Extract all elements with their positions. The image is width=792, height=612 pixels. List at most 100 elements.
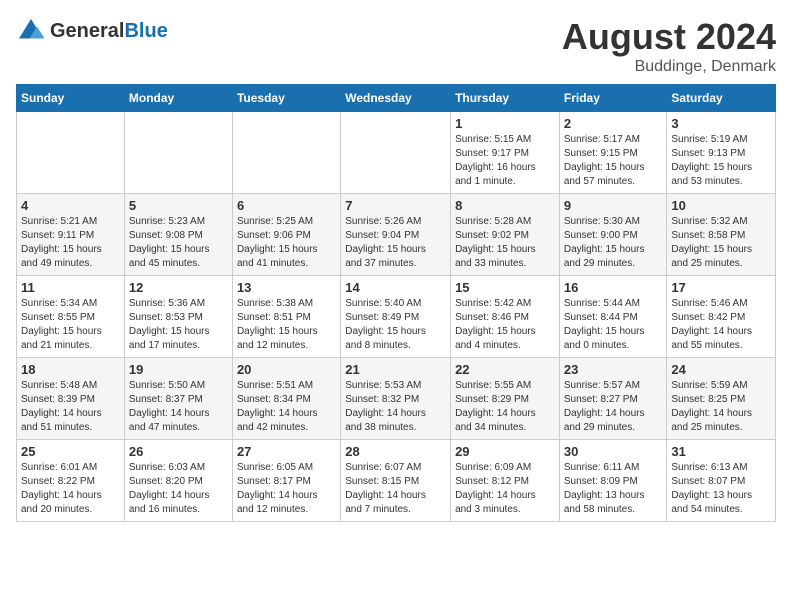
calendar-cell: 18Sunrise: 5:48 AMSunset: 8:39 PMDayligh… [17,358,125,440]
day-info: Sunrise: 5:28 AMSunset: 9:02 PMDaylight:… [455,215,555,271]
day-info: Sunrise: 5:53 AMSunset: 8:32 PMDaylight:… [345,379,446,435]
calendar-cell: 3 Sunrise: 5:19 AMSunset: 9:13 PMDaylight… [667,112,776,194]
day-number: 3 [671,116,771,131]
day-info: Sunrise: 5:57 AMSunset: 8:27 PMDaylight:… [564,379,663,435]
calendar-cell: 8 Sunrise: 5:28 AMSunset: 9:02 PMDaylight… [451,194,560,276]
day-info: Sunrise: 6:11 AMSunset: 8:09 PMDaylight:… [564,461,663,517]
day-number: 26 [129,444,228,459]
day-info: Sunrise: 5:44 AMSunset: 8:44 PMDaylight:… [564,297,663,353]
day-info: Sunrise: 5:40 AMSunset: 8:49 PMDaylight:… [345,297,446,353]
calendar-cell [124,112,232,194]
day-info: Sunrise: 5:38 AMSunset: 8:51 PMDaylight:… [237,297,336,353]
calendar-cell [17,112,125,194]
calendar-cell: 22Sunrise: 5:55 AMSunset: 8:29 PMDayligh… [451,358,560,440]
calendar-cell: 6 Sunrise: 5:25 AMSunset: 9:06 PMDaylight… [232,194,340,276]
calendar-day-header: Saturday [667,85,776,112]
day-number: 10 [671,198,771,213]
calendar-week-row: 11 Sunrise: 5:34 AMSunset: 8:55 PMDayligh… [17,276,776,358]
calendar-day-header: Sunday [17,85,125,112]
day-number: 25 [21,444,120,459]
day-number: 6 [237,198,336,213]
calendar-cell: 21 Sunrise: 5:53 AMSunset: 8:32 PMDayligh… [341,358,451,440]
calendar-cell: 20 Sunrise: 5:51 AMSunset: 8:34 PMDayligh… [232,358,340,440]
calendar-cell: 2 Sunrise: 5:17 AMSunset: 9:15 PMDaylight… [559,112,667,194]
day-number: 5 [129,198,228,213]
calendar-cell [341,112,451,194]
day-number: 4 [21,198,120,213]
day-number: 29 [455,444,555,459]
day-info: Sunrise: 6:01 AMSunset: 8:22 PMDaylight:… [21,461,120,517]
day-info: Sunrise: 6:09 AMSunset: 8:12 PMDaylight:… [455,461,555,517]
day-info: Sunrise: 5:59 AMSunset: 8:25 PMDaylight:… [671,379,771,435]
day-info: Sunrise: 6:13 AMSunset: 8:07 PMDaylight:… [671,461,771,517]
day-number: 20 [237,362,336,377]
day-info: Sunrise: 5:36 AMSunset: 8:53 PMDaylight:… [129,297,228,353]
day-number: 12 [129,280,228,295]
day-number: 14 [345,280,446,295]
day-info: Sunrise: 5:42 AMSunset: 8:46 PMDaylight:… [455,297,555,353]
day-number: 2 [564,116,663,131]
day-number: 19 [129,362,228,377]
calendar-cell: 27 Sunrise: 6:05 AMSunset: 8:17 PMDayligh… [232,440,340,522]
day-info: Sunrise: 5:30 AMSunset: 9:00 PMDaylight:… [564,215,663,271]
day-info: Sunrise: 5:21 AMSunset: 9:11 PMDaylight:… [21,215,120,271]
calendar-cell [232,112,340,194]
day-number: 18 [21,362,120,377]
day-info: Sunrise: 5:32 AMSunset: 8:58 PMDaylight:… [671,215,771,271]
day-info: Sunrise: 5:25 AMSunset: 9:06 PMDaylight:… [237,215,336,271]
calendar-cell: 13Sunrise: 5:38 AMSunset: 8:51 PMDayligh… [232,276,340,358]
day-number: 27 [237,444,336,459]
day-number: 15 [455,280,555,295]
day-number: 9 [564,198,663,213]
logo: GeneralBlue [16,16,168,46]
calendar-cell: 29 Sunrise: 6:09 AMSunset: 8:12 PMDayligh… [451,440,560,522]
calendar-cell: 16 Sunrise: 5:44 AMSunset: 8:44 PMDayligh… [559,276,667,358]
calendar-week-row: 18Sunrise: 5:48 AMSunset: 8:39 PMDayligh… [17,358,776,440]
calendar-cell: 1 Sunrise: 5:15 AMSunset: 9:17 PMDaylight… [451,112,560,194]
day-info: Sunrise: 5:17 AMSunset: 9:15 PMDaylight:… [564,133,663,189]
day-info: Sunrise: 5:34 AMSunset: 8:55 PMDaylight:… [21,297,120,353]
calendar-day-header: Wednesday [341,85,451,112]
calendar-cell: 17 Sunrise: 5:46 AMSunset: 8:42 PMDayligh… [667,276,776,358]
calendar-day-header: Friday [559,85,667,112]
logo-text: GeneralBlue [50,20,168,43]
calendar-day-header: Thursday [451,85,560,112]
calendar-cell: 11 Sunrise: 5:34 AMSunset: 8:55 PMDayligh… [17,276,125,358]
day-info: Sunrise: 5:15 AMSunset: 9:17 PMDaylight:… [455,133,555,189]
day-info: Sunrise: 5:50 AMSunset: 8:37 PMDaylight:… [129,379,228,435]
day-number: 21 [345,362,446,377]
calendar-cell: 9 Sunrise: 5:30 AMSunset: 9:00 PMDaylight… [559,194,667,276]
day-number: 8 [455,198,555,213]
calendar-cell: 23Sunrise: 5:57 AMSunset: 8:27 PMDayligh… [559,358,667,440]
day-number: 17 [671,280,771,295]
calendar-cell: 25 Sunrise: 6:01 AMSunset: 8:22 PMDayligh… [17,440,125,522]
calendar-cell: 26 Sunrise: 6:03 AMSunset: 8:20 PMDayligh… [124,440,232,522]
day-info: Sunrise: 6:03 AMSunset: 8:20 PMDaylight:… [129,461,228,517]
day-info: Sunrise: 6:05 AMSunset: 8:17 PMDaylight:… [237,461,336,517]
day-number: 7 [345,198,446,213]
day-info: Sunrise: 5:26 AMSunset: 9:04 PMDaylight:… [345,215,446,271]
day-number: 30 [564,444,663,459]
day-info: Sunrise: 5:46 AMSunset: 8:42 PMDaylight:… [671,297,771,353]
calendar-cell: 14 Sunrise: 5:40 AMSunset: 8:49 PMDayligh… [341,276,451,358]
logo-general: General [50,20,124,42]
day-number: 1 [455,116,555,131]
calendar-cell: 31Sunrise: 6:13 AMSunset: 8:07 PMDayligh… [667,440,776,522]
day-number: 16 [564,280,663,295]
logo-icon [16,16,46,46]
calendar-cell: 30 Sunrise: 6:11 AMSunset: 8:09 PMDayligh… [559,440,667,522]
day-info: Sunrise: 6:07 AMSunset: 8:15 PMDaylight:… [345,461,446,517]
calendar-cell: 24Sunrise: 5:59 AMSunset: 8:25 PMDayligh… [667,358,776,440]
day-info: Sunrise: 5:51 AMSunset: 8:34 PMDaylight:… [237,379,336,435]
logo-blue: Blue [124,20,167,42]
day-info: Sunrise: 5:19 AMSunset: 9:13 PMDaylight:… [671,133,771,189]
calendar-cell: 5 Sunrise: 5:23 AMSunset: 9:08 PMDaylight… [124,194,232,276]
day-number: 22 [455,362,555,377]
calendar-cell: 10 Sunrise: 5:32 AMSunset: 8:58 PMDayligh… [667,194,776,276]
day-info: Sunrise: 5:23 AMSunset: 9:08 PMDaylight:… [129,215,228,271]
calendar-cell: 28Sunrise: 6:07 AMSunset: 8:15 PMDayligh… [341,440,451,522]
day-number: 11 [21,280,120,295]
calendar-cell: 4 Sunrise: 5:21 AMSunset: 9:11 PMDaylight… [17,194,125,276]
calendar-cell: 12 Sunrise: 5:36 AMSunset: 8:53 PMDayligh… [124,276,232,358]
calendar-cell: 7 Sunrise: 5:26 AMSunset: 9:04 PMDaylight… [341,194,451,276]
